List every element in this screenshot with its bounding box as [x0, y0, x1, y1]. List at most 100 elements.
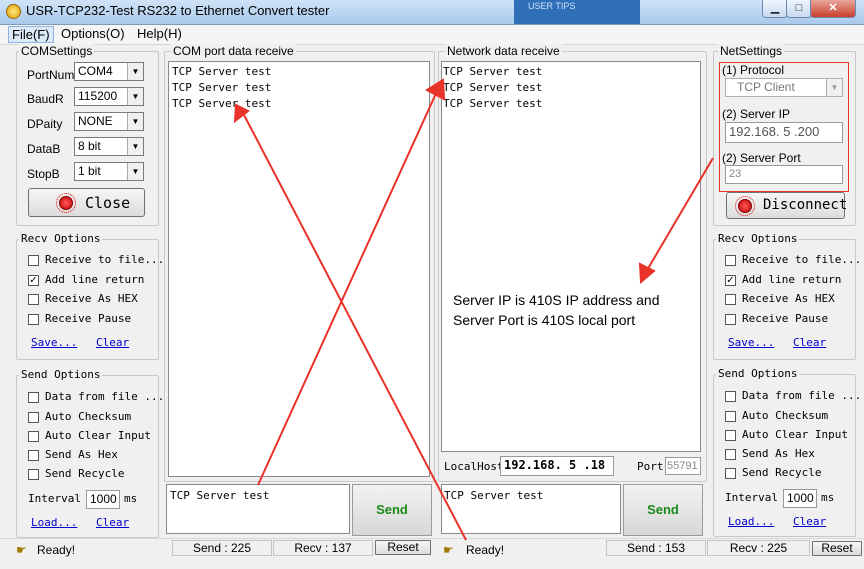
baudrate-select[interactable]: 115200 ▼ — [74, 87, 144, 106]
left-recv-save-link[interactable]: Save... — [31, 336, 77, 349]
net-receive-area[interactable]: TCP Server test TCP Server test TCP Serv… — [441, 61, 701, 452]
ready-icon: ☛ — [16, 543, 27, 557]
right-send-recycle-label: Send Recycle — [742, 466, 822, 479]
right-add-line-return-label: Add line return — [742, 273, 842, 286]
left-auto-checksum-label: Auto Checksum — [45, 410, 132, 423]
left-data-from-file-checkbox[interactable] — [28, 392, 39, 403]
left-recv-to-file-label: Receive to file... — [45, 253, 165, 266]
left-reset-button[interactable]: Reset — [375, 540, 431, 555]
chevron-down-icon: ▼ — [127, 63, 143, 80]
left-interval-unit: ms — [124, 492, 138, 505]
left-send-clear-link[interactable]: Clear — [96, 516, 129, 529]
menu-help[interactable]: Help(H) — [134, 26, 185, 41]
com-close-label: Close — [85, 194, 131, 212]
localhost-select[interactable]: 192.168. 5 .18 — [500, 456, 614, 476]
portnum-label: PortNum — [27, 68, 75, 82]
right-auto-checksum-checkbox[interactable] — [725, 411, 736, 422]
left-send-hex-label: Send As Hex — [45, 448, 118, 461]
server-port-input[interactable]: 23 — [725, 165, 843, 184]
net-send-input[interactable]: TCP Server test — [441, 484, 621, 534]
left-add-line-return-checkbox[interactable]: ✓ — [28, 275, 39, 286]
net-settings-title: NetSettings — [718, 44, 785, 58]
right-recv-to-file-checkbox[interactable] — [725, 255, 736, 266]
right-send-recycle-checkbox[interactable] — [725, 468, 736, 479]
left-recv-pause-checkbox[interactable] — [28, 314, 39, 325]
left-recv-options-title: Recv Options — [19, 232, 103, 245]
left-send-hex-checkbox[interactable] — [28, 450, 39, 461]
right-recv-to-file-label: Receive to file... — [742, 253, 862, 266]
menu-options[interactable]: Options(O) — [58, 26, 128, 41]
com-receive-line: TCP Server test — [172, 97, 272, 110]
net-receive-line: TCP Server test — [443, 65, 543, 78]
stopbits-label: StopB — [27, 167, 60, 181]
server-ip-label: (2) Server IP — [722, 107, 791, 121]
right-recv-clear-link[interactable]: Clear — [793, 336, 826, 349]
local-port-input[interactable]: 55791 — [665, 457, 701, 475]
left-recv-hex-label: Receive As HEX — [45, 292, 138, 305]
stop-icon — [735, 196, 755, 216]
right-send-options-title: Send Options — [716, 367, 800, 380]
chevron-down-icon: ▼ — [127, 163, 143, 180]
com-receive-title: COM port data receive — [171, 44, 296, 58]
left-send-recycle-checkbox[interactable] — [28, 469, 39, 480]
com-receive-line: TCP Server test — [172, 65, 272, 78]
com-send-button[interactable]: Send — [352, 484, 432, 536]
right-send-load-link[interactable]: Load... — [728, 515, 774, 528]
title-bar[interactable]: USR-TCP232-Test RS232 to Ethernet Conver… — [0, 0, 864, 25]
net-send-text: TCP Server test — [444, 489, 544, 502]
com-receive-area[interactable]: TCP Server test TCP Server test TCP Serv… — [168, 61, 430, 477]
net-receive-title: Network data receive — [445, 44, 562, 58]
right-interval-unit: ms — [821, 491, 835, 504]
minimize-button[interactable]: ▁ — [762, 0, 788, 18]
right-send-count: Send : 153 — [606, 540, 706, 556]
stopbits-select[interactable]: 1 bit ▼ — [74, 162, 144, 181]
left-send-recycle-label: Send Recycle — [45, 467, 125, 480]
overlay-text: USER TIPS — [528, 1, 576, 11]
com-send-text: TCP Server test — [170, 489, 270, 502]
left-ready-status: Ready! — [37, 543, 76, 557]
right-data-from-file-checkbox[interactable] — [725, 391, 736, 402]
left-recv-to-file-checkbox[interactable] — [28, 255, 39, 266]
parity-label: DPaity — [27, 117, 63, 131]
window-title: USR-TCP232-Test RS232 to Ethernet Conver… — [26, 3, 330, 18]
right-recv-save-link[interactable]: Save... — [728, 336, 774, 349]
right-auto-clear-checkbox[interactable] — [725, 430, 736, 441]
right-recv-count: Recv : 225 — [707, 540, 810, 556]
baudrate-label: BaudR — [27, 92, 64, 106]
left-recv-clear-link[interactable]: Clear — [96, 336, 129, 349]
ready-icon: ☛ — [443, 543, 454, 557]
portnum-select[interactable]: COM4 ▼ — [74, 62, 144, 81]
disconnect-label: Disconnect — [763, 197, 848, 213]
right-reset-button[interactable]: Reset — [812, 541, 862, 556]
left-auto-clear-label: Auto Clear Input — [45, 429, 151, 442]
annotation-text-line2: Server Port is 410S local port — [453, 312, 636, 328]
right-send-clear-link[interactable]: Clear — [793, 515, 826, 528]
net-send-button[interactable]: Send — [623, 484, 703, 536]
right-recv-pause-checkbox[interactable] — [725, 314, 736, 325]
right-send-hex-checkbox[interactable] — [725, 449, 736, 460]
disconnect-button[interactable]: Disconnect — [726, 192, 848, 219]
databits-label: DataB — [27, 142, 61, 156]
maximize-button[interactable]: □ — [786, 0, 812, 18]
protocol-select[interactable]: TCP Client ▼ — [725, 78, 843, 97]
parity-select[interactable]: NONE ▼ — [74, 112, 144, 131]
close-window-button[interactable]: ✕ — [810, 0, 856, 18]
right-add-line-return-checkbox[interactable]: ✓ — [725, 275, 736, 286]
server-port-label: (2) Server Port — [722, 151, 801, 165]
com-settings-title: COMSettings — [19, 44, 95, 58]
left-send-load-link[interactable]: Load... — [31, 516, 77, 529]
left-interval-input[interactable]: 1000 — [86, 490, 120, 509]
server-ip-input[interactable]: 192.168. 5 .200 — [725, 122, 843, 143]
right-auto-checksum-label: Auto Checksum — [742, 409, 829, 422]
left-auto-clear-checkbox[interactable] — [28, 431, 39, 442]
left-auto-checksum-checkbox[interactable] — [28, 412, 39, 423]
background-window-fragment: USER TIPS — [514, 0, 640, 24]
left-recv-hex-checkbox[interactable] — [28, 294, 39, 305]
right-interval-input[interactable]: 1000 — [783, 489, 817, 508]
menu-file[interactable]: File(F) — [8, 26, 54, 43]
right-recv-hex-checkbox[interactable] — [725, 294, 736, 305]
localhost-label: LocalHost — [444, 460, 504, 473]
com-close-button[interactable]: Close — [28, 188, 145, 217]
databits-select[interactable]: 8 bit ▼ — [74, 137, 144, 156]
com-send-input[interactable]: TCP Server test — [166, 484, 350, 534]
